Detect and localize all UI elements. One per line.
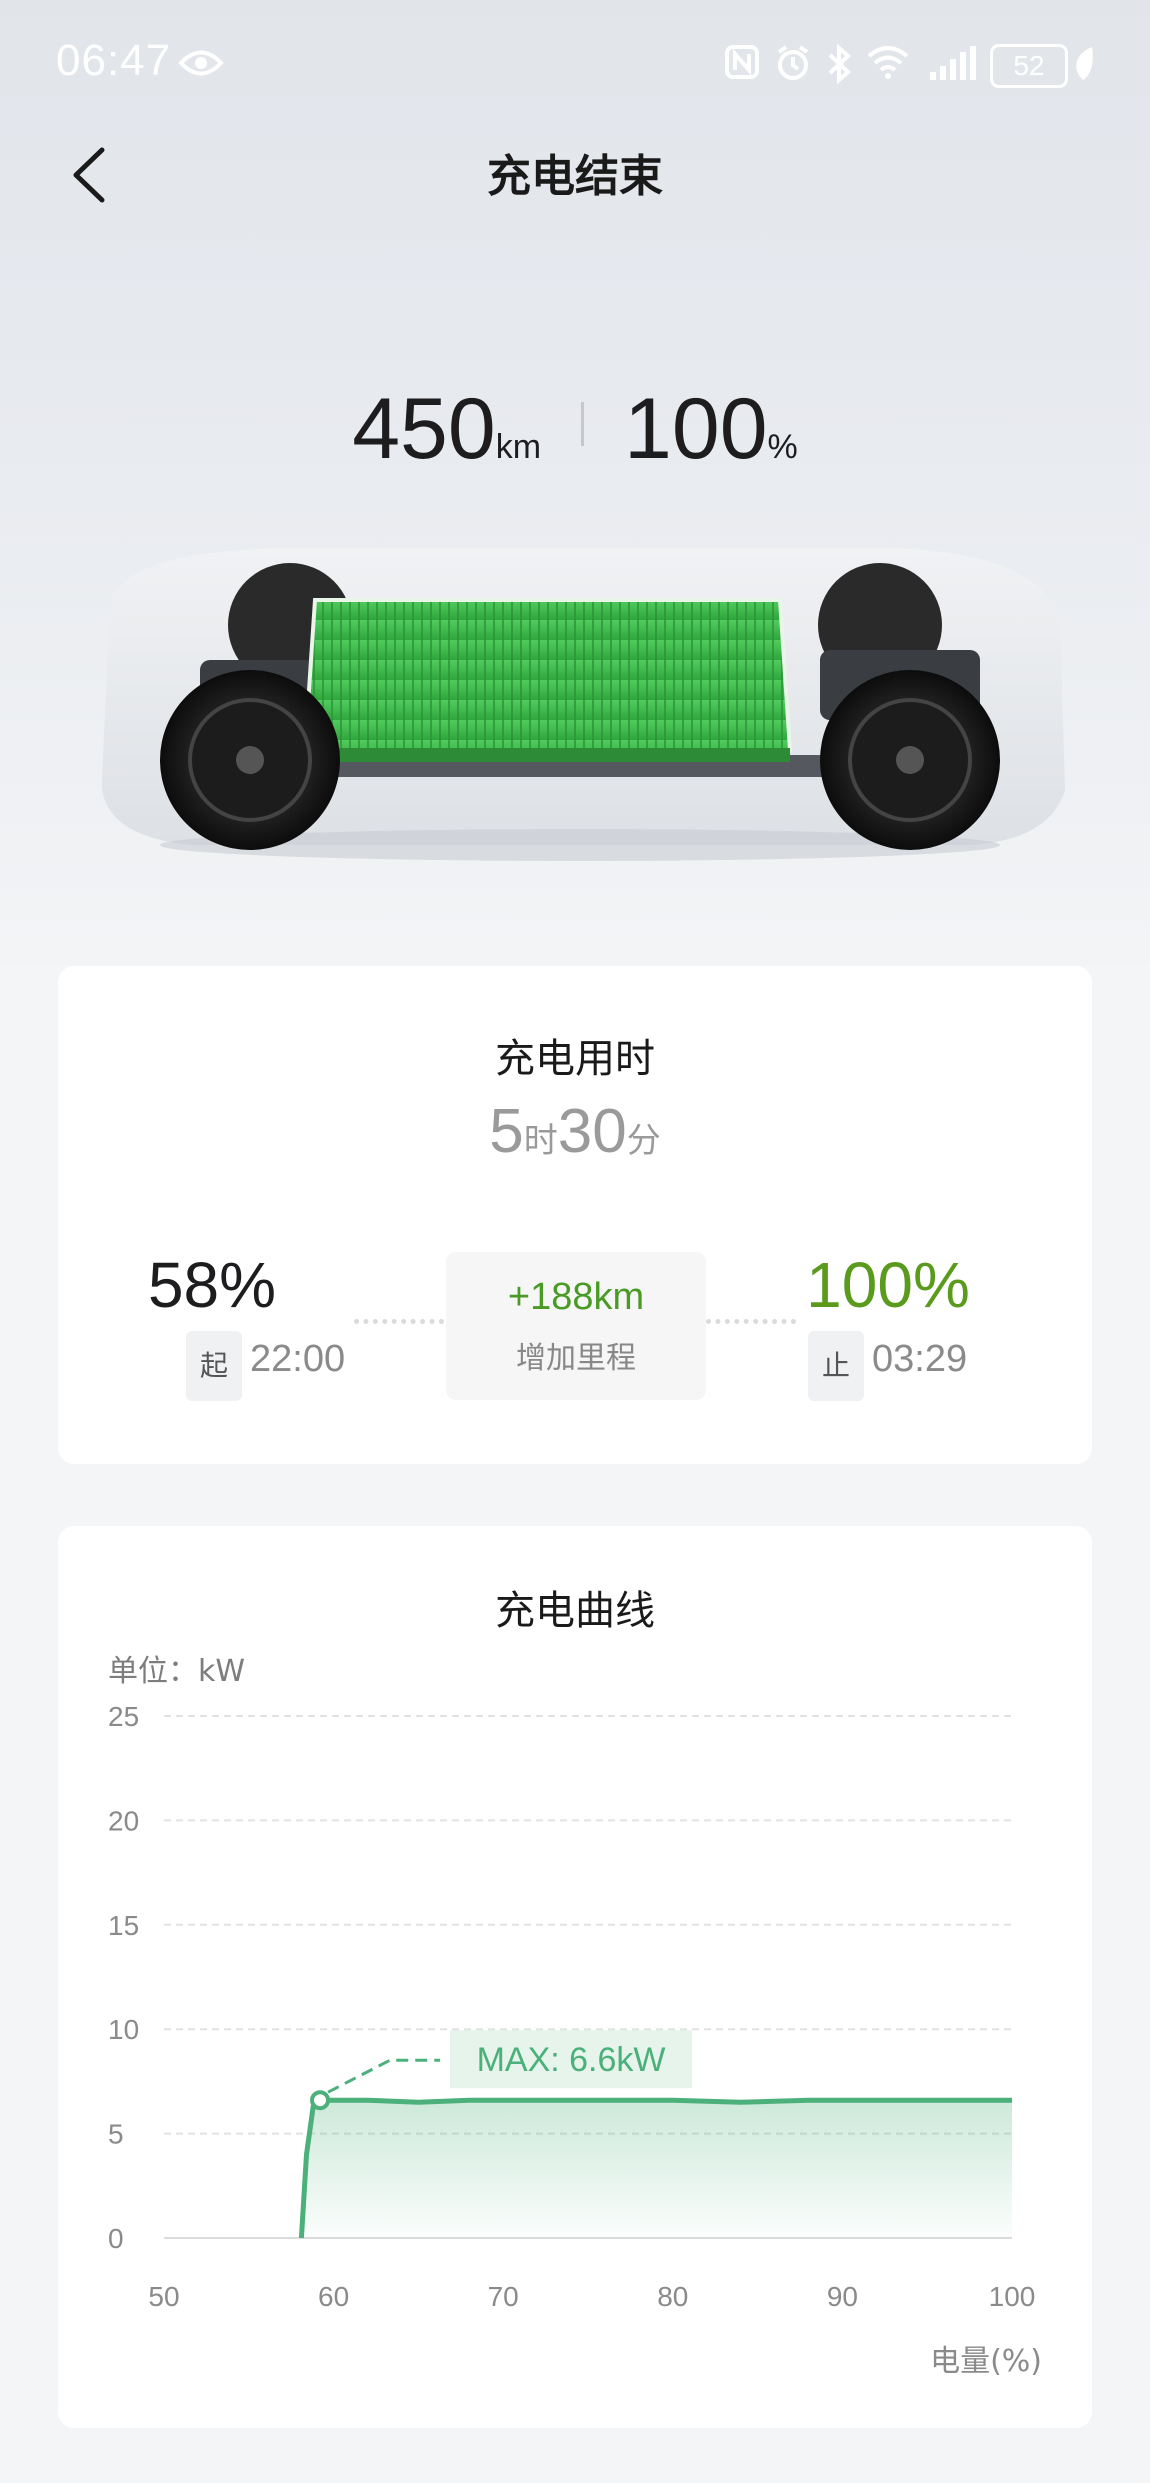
duration-hours: 5 bbox=[489, 1097, 524, 1166]
progress-dots-left bbox=[354, 1319, 444, 1324]
y-tick-label: 10 bbox=[108, 2014, 139, 2045]
duration-minutes: 30 bbox=[557, 1097, 627, 1166]
status-time: 06:47 bbox=[56, 36, 172, 85]
x-tick-label: 60 bbox=[318, 2281, 349, 2312]
range-value: 450 bbox=[352, 381, 496, 477]
eye-icon bbox=[178, 50, 224, 76]
soc-value: 100 bbox=[624, 381, 768, 477]
start-time: 22:00 bbox=[250, 1338, 346, 1380]
x-tick-label: 100 bbox=[989, 2281, 1036, 2312]
page-title: 充电结束 bbox=[487, 151, 663, 202]
leaf-icon bbox=[1076, 47, 1093, 80]
end-tag: 止 bbox=[808, 1331, 864, 1401]
series-area bbox=[301, 2100, 1012, 2238]
x-tick-label: 90 bbox=[827, 2281, 858, 2312]
stats-divider bbox=[581, 402, 585, 446]
added-range-label: 增加里程 bbox=[516, 1341, 636, 1376]
x-tick-label: 70 bbox=[488, 2281, 519, 2312]
duration-minutes-unit: 分 bbox=[626, 1122, 661, 1160]
max-label: MAX: 6.6kW bbox=[477, 2041, 666, 2079]
alarm-icon bbox=[777, 45, 809, 80]
start-percent: 58% bbox=[147, 1249, 277, 1321]
x-tick-label: 80 bbox=[657, 2281, 688, 2312]
max-point bbox=[310, 2090, 331, 2111]
max-leader-line bbox=[327, 2058, 441, 2094]
end-percent: 100% bbox=[806, 1249, 970, 1321]
start-tag: 起 bbox=[186, 1331, 242, 1401]
y-tick-label: 15 bbox=[108, 1910, 139, 1941]
signal-icon bbox=[930, 46, 976, 80]
added-range-box: +188km 增加里程 bbox=[446, 1252, 706, 1400]
x-tick-label: 50 bbox=[148, 2281, 179, 2312]
charge-curve-card: 充电曲线 单位：kW 0 5 10 15 20 25 50 60 70 80 90 100 MAX: 6… bbox=[58, 1526, 1092, 2428]
bluetooth-icon bbox=[828, 44, 851, 84]
added-range-value: +188km bbox=[507, 1276, 645, 1318]
y-tick-label: 5 bbox=[108, 2119, 124, 2150]
charge-curve-chart: 0 5 10 15 20 25 50 60 70 80 90 100 MAX: 6.6kW bbox=[108, 1701, 1036, 2312]
battery-icon: 52 bbox=[990, 44, 1068, 88]
charge-time-card: 充电用时 5时30分 58% 起 22:00 +188km 增加里程 100% … bbox=[58, 966, 1092, 1464]
duration-hours-unit: 时 bbox=[523, 1122, 558, 1160]
nfc-icon bbox=[725, 45, 759, 79]
status-bar: 06:47 52 bbox=[0, 0, 1150, 130]
y-tick-label: 25 bbox=[108, 1701, 139, 1732]
charge-duration: 5时30分 bbox=[58, 1096, 1092, 1167]
x-axis-title: 电量(%) bbox=[930, 2344, 1042, 2379]
summary-stats: 450km 100% bbox=[0, 380, 1150, 479]
end-time: 03:29 bbox=[872, 1338, 968, 1380]
range-unit: km bbox=[495, 428, 542, 466]
y-tick-label: 20 bbox=[108, 1805, 139, 1836]
y-tick-label: 0 bbox=[108, 2223, 124, 2254]
soc-unit: % bbox=[767, 428, 798, 466]
car-chassis-image bbox=[101, 548, 1065, 861]
wifi-icon bbox=[867, 46, 909, 79]
charge-time-title: 充电用时 bbox=[495, 1036, 655, 1082]
